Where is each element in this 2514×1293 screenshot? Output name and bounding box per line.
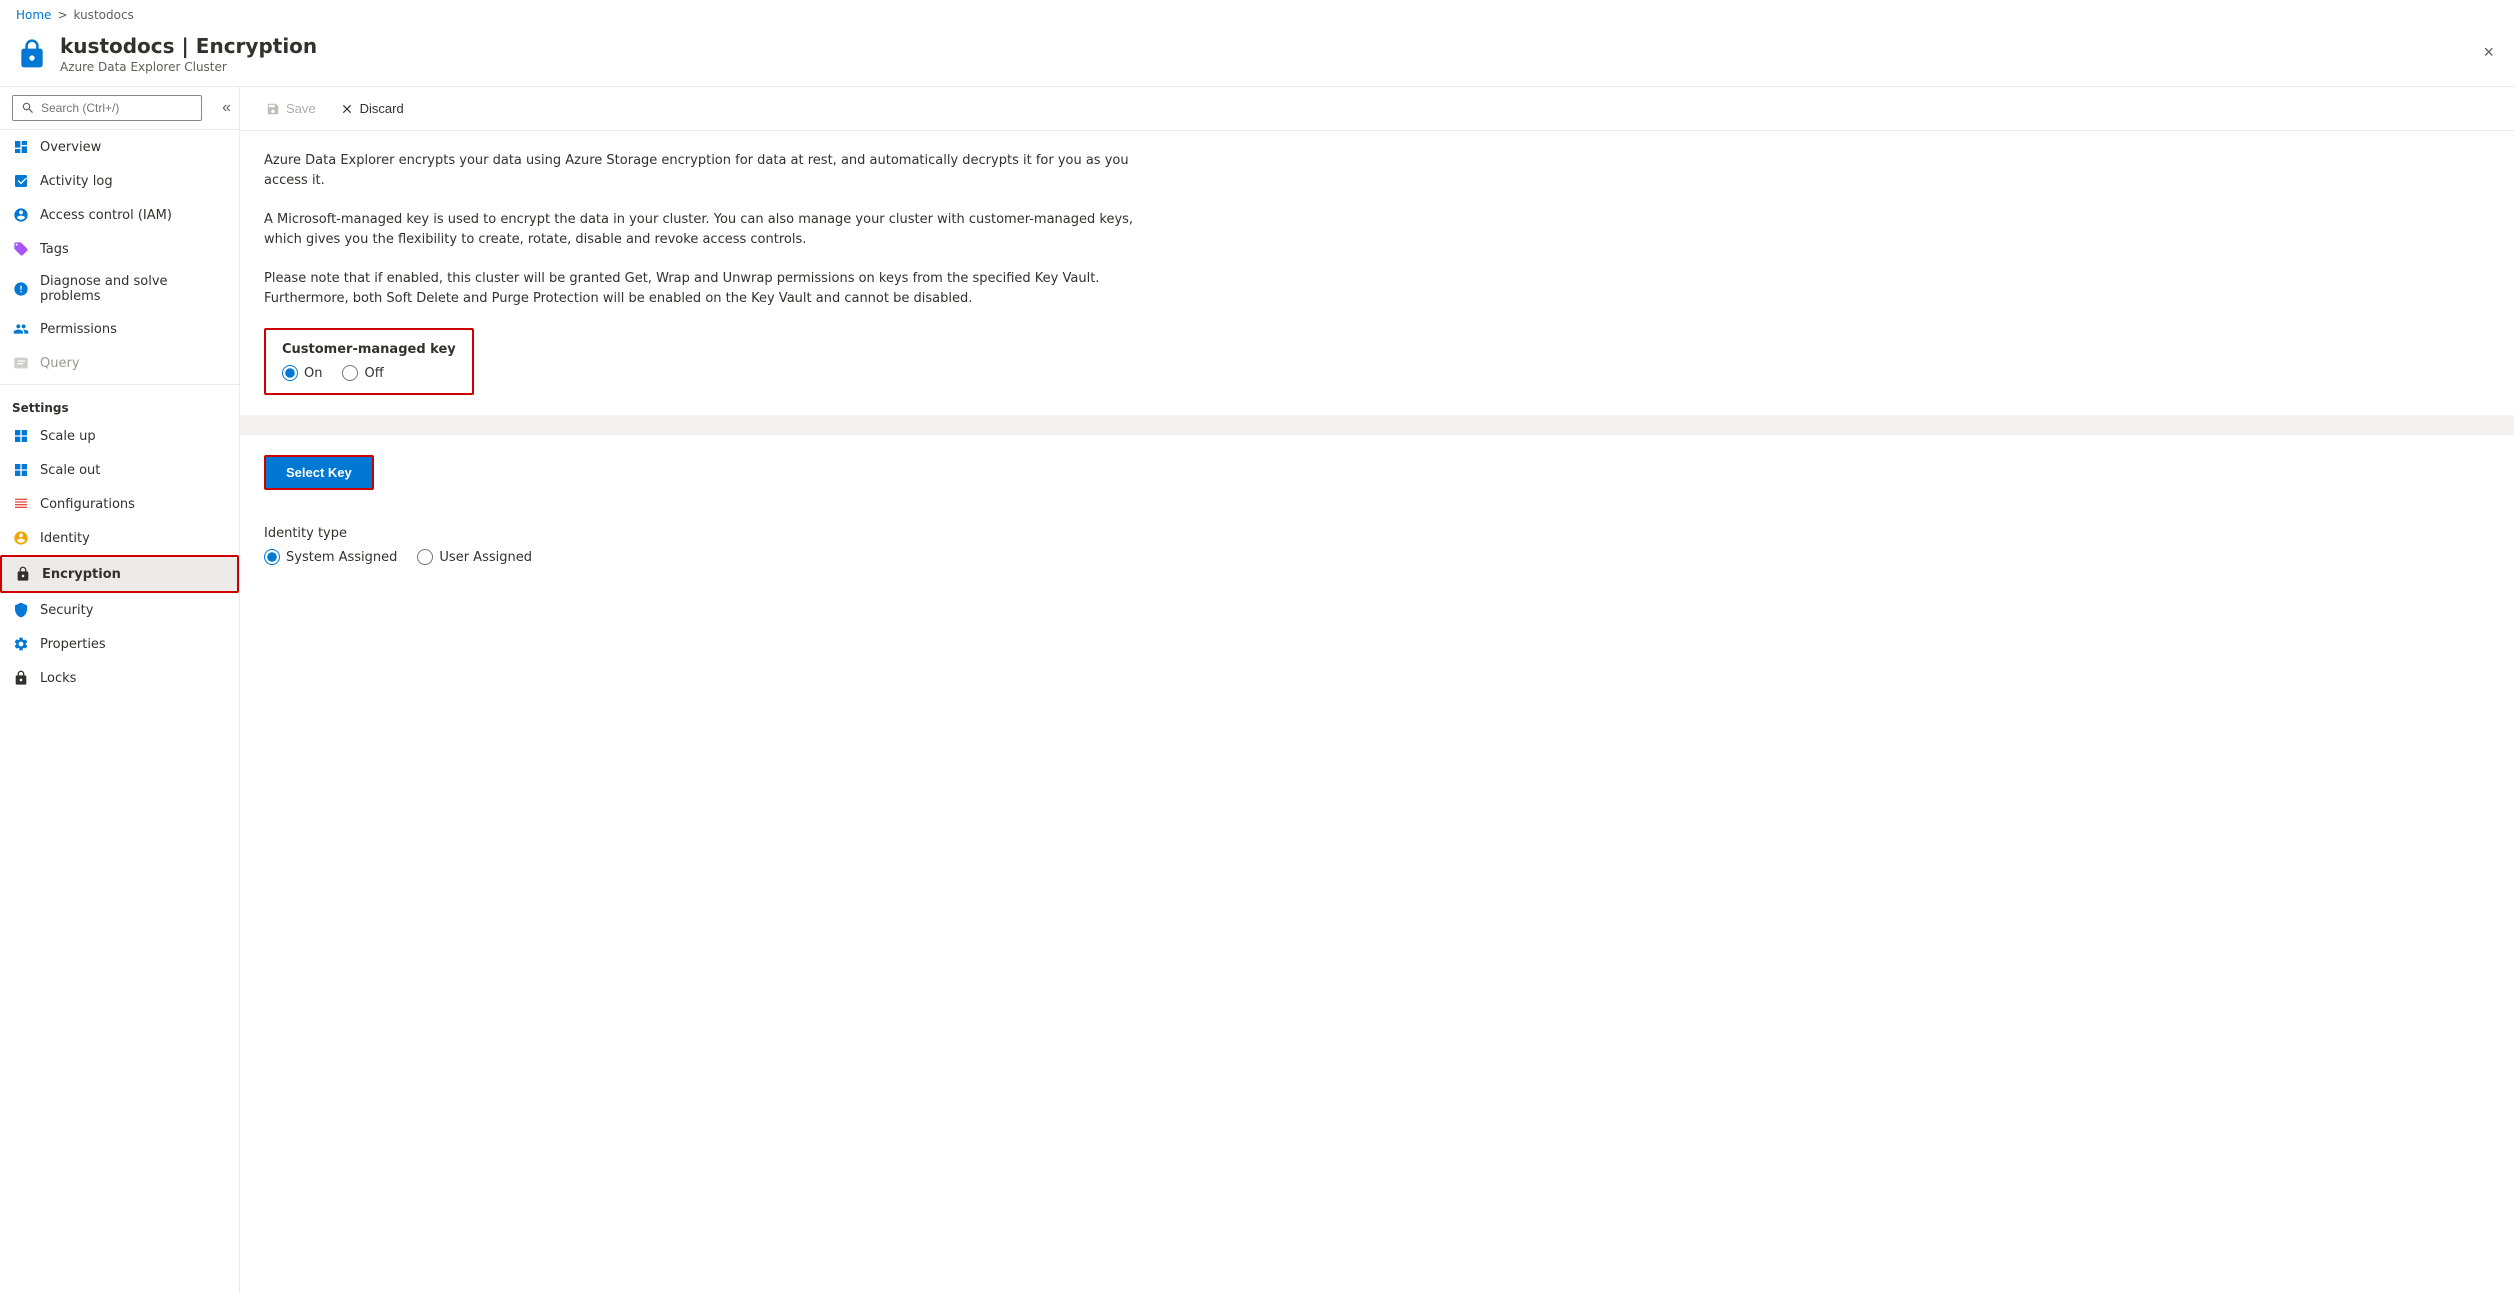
cmk-on-label: On	[304, 366, 322, 381]
encryption-icon	[14, 565, 32, 583]
cmk-label: Customer-managed key	[282, 342, 456, 357]
user-assigned-option[interactable]: User Assigned	[417, 549, 532, 565]
section-divider	[240, 415, 2514, 435]
page-header: kustodocs | Encryption Azure Data Explor…	[0, 30, 2514, 87]
sidebar-item-scale-out[interactable]: Scale out	[0, 453, 239, 487]
sidebar-item-tags-label: Tags	[40, 242, 69, 257]
scale-out-icon	[12, 461, 30, 479]
nav-divider-settings	[0, 384, 239, 385]
sidebar-item-overview[interactable]: Overview	[0, 130, 239, 164]
sidebar-item-identity-label: Identity	[40, 531, 90, 546]
discard-button[interactable]: Discard	[330, 95, 414, 122]
breadcrumb-current: kustodocs	[74, 8, 134, 22]
cmk-off-radio[interactable]	[342, 365, 358, 381]
sidebar-item-configurations-label: Configurations	[40, 497, 135, 512]
diagnose-icon	[12, 280, 30, 298]
scale-up-icon	[12, 427, 30, 445]
select-key-button[interactable]: Select Key	[264, 455, 374, 490]
sidebar-search[interactable]	[0, 87, 214, 129]
breadcrumb-home[interactable]: Home	[16, 8, 51, 22]
settings-section-header: Settings	[0, 389, 239, 419]
identity-type-label: Identity type	[264, 526, 2490, 541]
save-label: Save	[286, 101, 316, 116]
sidebar-item-query-label: Query	[40, 356, 80, 371]
cmk-radio-group: On Off	[282, 365, 456, 381]
sidebar-item-permissions-label: Permissions	[40, 322, 117, 337]
sidebar-item-properties[interactable]: Properties	[0, 627, 239, 661]
overview-icon	[12, 138, 30, 156]
sidebar-item-security[interactable]: Security	[0, 593, 239, 627]
sidebar-item-encryption[interactable]: Encryption	[0, 555, 239, 593]
info-text-2: A Microsoft-managed key is used to encry…	[264, 210, 1164, 249]
system-assigned-radio[interactable]	[264, 549, 280, 565]
sidebar-item-query: Query	[0, 346, 239, 380]
sidebar-item-security-label: Security	[40, 603, 93, 618]
sidebar-item-encryption-label: Encryption	[42, 567, 121, 582]
sidebar-item-configurations[interactable]: Configurations	[0, 487, 239, 521]
sidebar-item-permissions[interactable]: Permissions	[0, 312, 239, 346]
save-button[interactable]: Save	[256, 95, 326, 122]
query-icon	[12, 354, 30, 372]
user-assigned-label: User Assigned	[439, 550, 532, 565]
toolbar: Save Discard	[240, 87, 2514, 131]
info-text-3: Please note that if enabled, this cluste…	[264, 269, 1164, 308]
sidebar-item-access-control-label: Access control (IAM)	[40, 208, 172, 223]
security-icon	[12, 601, 30, 619]
sidebar-item-activity-log[interactable]: Activity log	[0, 164, 239, 198]
sidebar-item-access-control[interactable]: Access control (IAM)	[0, 198, 239, 232]
cmk-off-option[interactable]: Off	[342, 365, 383, 381]
permissions-icon	[12, 320, 30, 338]
sidebar-item-properties-label: Properties	[40, 637, 106, 652]
sidebar-item-identity[interactable]: Identity	[0, 521, 239, 555]
properties-icon	[12, 635, 30, 653]
user-assigned-radio[interactable]	[417, 549, 433, 565]
sidebar-item-scale-up-label: Scale up	[40, 429, 96, 444]
sidebar-item-activity-log-label: Activity log	[40, 174, 113, 189]
sidebar-item-tags[interactable]: Tags	[0, 232, 239, 266]
content-body: Azure Data Explorer encrypts your data u…	[240, 131, 2514, 1293]
sidebar-item-locks[interactable]: Locks	[0, 661, 239, 695]
search-input[interactable]	[12, 95, 202, 121]
sidebar-item-diagnose-label: Diagnose and solve problems	[40, 274, 227, 304]
breadcrumb: Home > kustodocs	[0, 0, 2514, 30]
access-control-icon	[12, 206, 30, 224]
system-assigned-option[interactable]: System Assigned	[264, 549, 397, 565]
cmk-on-option[interactable]: On	[282, 365, 322, 381]
system-assigned-label: System Assigned	[286, 550, 397, 565]
info-text-1: Azure Data Explorer encrypts your data u…	[264, 151, 1164, 190]
discard-icon	[340, 102, 354, 116]
content-area: Save Discard Azure Data Explorer encrypt…	[240, 87, 2514, 1293]
save-icon	[266, 102, 280, 116]
locks-icon	[12, 669, 30, 687]
configurations-icon	[12, 495, 30, 513]
sidebar-item-scale-out-label: Scale out	[40, 463, 100, 478]
identity-radio-group: System Assigned User Assigned	[264, 549, 2490, 565]
lock-icon	[16, 38, 48, 70]
sidebar-item-locks-label: Locks	[40, 671, 76, 686]
page-header-text: kustodocs | Encryption Azure Data Explor…	[60, 34, 317, 74]
identity-type-section: Identity type System Assigned User Assig…	[264, 526, 2490, 565]
main-layout: « Overview Activity log Access control (…	[0, 87, 2514, 1293]
activity-log-icon	[12, 172, 30, 190]
discard-label: Discard	[360, 101, 404, 116]
sidebar-collapse-button[interactable]: «	[214, 91, 239, 125]
identity-icon	[12, 529, 30, 547]
sidebar-item-diagnose[interactable]: Diagnose and solve problems	[0, 266, 239, 312]
page-subtitle: Azure Data Explorer Cluster	[60, 60, 317, 74]
close-button[interactable]: ×	[2479, 38, 2498, 67]
cmk-off-label: Off	[364, 366, 383, 381]
breadcrumb-separator: >	[57, 8, 67, 22]
sidebar-item-scale-up[interactable]: Scale up	[0, 419, 239, 453]
sidebar: « Overview Activity log Access control (…	[0, 87, 240, 1293]
cmk-on-radio[interactable]	[282, 365, 298, 381]
tags-icon	[12, 240, 30, 258]
sidebar-item-overview-label: Overview	[40, 140, 101, 155]
customer-managed-key-section: Customer-managed key On Off	[264, 328, 474, 395]
page-title: kustodocs | Encryption	[60, 34, 317, 58]
